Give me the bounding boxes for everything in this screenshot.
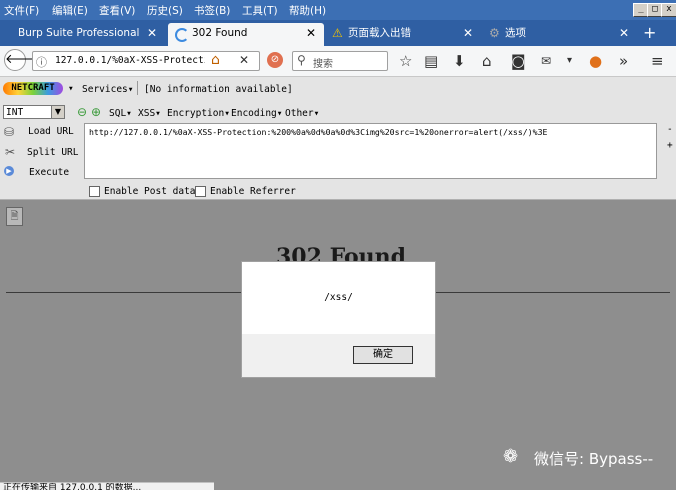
tab-title: 页面载入出错 — [348, 27, 411, 39]
menu-view[interactable]: 查看(V) — [99, 3, 135, 18]
warning-icon: ⚠ — [332, 26, 343, 40]
menu-history[interactable]: 历史(S) — [147, 3, 183, 18]
enable-referrer-label: Enable Referrer — [210, 186, 296, 197]
hackbar-panel: NETCRAFT ▾ Services▾ [No information ava… — [0, 77, 676, 200]
tab-page-error[interactable]: ⚠ 页面载入出错 ✕ — [326, 23, 481, 46]
encryption-menu[interactable]: Encryption▾ — [167, 108, 230, 119]
url-textarea-text[interactable]: http://127.0.0.1/%0aX-XSS-Protection:%20… — [89, 127, 547, 137]
bookmark-star-icon[interactable]: ☆ — [399, 51, 412, 71]
watermark-text: 微信号: Bypass-- — [534, 450, 654, 468]
split-url-button[interactable]: Split URL — [27, 147, 78, 158]
loading-icon — [175, 28, 189, 42]
extension-dropdown-icon[interactable]: ▾ — [567, 51, 572, 71]
site-info: [No information available] — [144, 84, 293, 95]
search-placeholder: 搜索 — [313, 59, 333, 70]
ok-button[interactable]: 确定 — [353, 346, 413, 364]
split-url-icon: ✂ — [5, 145, 16, 159]
back-button[interactable]: 🡐 — [4, 49, 40, 71]
tab-302-found[interactable]: 302 Found ✕ — [168, 23, 324, 46]
type-select-value: INT — [6, 107, 24, 118]
extension-icon[interactable]: ✉ — [541, 51, 551, 71]
enable-post-checkbox[interactable] — [89, 186, 100, 197]
pocket-icon[interactable]: ◙ — [511, 51, 526, 71]
tab-title: 302 Found — [192, 27, 248, 39]
tab-title: Burp Suite Professional — [18, 27, 140, 39]
load-url-icon: ⛁ — [4, 125, 15, 139]
type-select[interactable]: INT ▼ — [3, 105, 65, 119]
stop-icon[interactable]: ✕ — [239, 53, 249, 67]
encoding-menu[interactable]: Encoding▾ — [231, 108, 282, 119]
tab-title: 选项 — [505, 27, 526, 39]
search-icon: ⚲ — [297, 53, 306, 67]
addon-icon[interactable]: ● — [589, 51, 602, 71]
menu-icon[interactable]: ≡ — [651, 51, 664, 71]
gear-icon: ⚙ — [489, 26, 500, 40]
tab-burp[interactable]: Burp Suite Professional ✕ — [10, 23, 165, 46]
menu-edit[interactable]: 编辑(E) — [52, 3, 88, 18]
close-tab-icon[interactable]: ✕ — [306, 23, 316, 44]
wechat-icon: ❁ — [503, 446, 519, 467]
expand-textarea-icon[interactable]: + — [667, 140, 673, 151]
download-icon[interactable]: ⬇ — [453, 51, 466, 71]
netcraft-logo[interactable]: NETCRAFT — [3, 82, 63, 95]
load-url-button[interactable]: Load URL — [28, 126, 74, 137]
other-menu[interactable]: Other▾ — [285, 108, 319, 119]
menu-bar: 文件(F) 编辑(E) 查看(V) 历史(S) 书签(B) 工具(T) 帮助(H… — [0, 0, 676, 20]
close-tab-icon[interactable]: ✕ — [147, 23, 157, 44]
new-tab-button[interactable]: + — [643, 23, 656, 42]
alert-message: /xss/ — [324, 292, 353, 303]
close-tab-icon[interactable]: ✕ — [619, 23, 629, 44]
shrink-textarea-icon[interactable]: - — [667, 124, 673, 135]
reading-list-icon[interactable]: ▤ — [424, 51, 438, 71]
home-icon[interactable]: ⌂ — [482, 51, 492, 71]
search-field[interactable]: ⚲ 搜索 — [292, 51, 388, 71]
home-page-icon[interactable]: ⌂ — [211, 52, 220, 68]
increase-icon[interactable]: ⊕ — [91, 105, 101, 119]
enable-referrer-checkbox[interactable] — [195, 186, 206, 197]
noscript-icon[interactable]: ⊘ — [267, 52, 283, 68]
page-icon[interactable]: 🗎 — [6, 207, 23, 226]
sql-menu[interactable]: SQL▾ — [109, 108, 132, 119]
chevron-down-icon[interactable]: ▼ — [51, 106, 64, 118]
url-text[interactable]: 127.0.0.1/%0aX-XSS-Protectic — [55, 55, 205, 66]
tab-bar: Burp Suite Professional ✕ 302 Found ✕ ⚠ … — [0, 20, 676, 46]
execute-button[interactable]: Execute — [29, 167, 69, 178]
execute-icon: ▶ — [4, 166, 14, 176]
overflow-icon[interactable]: » — [619, 51, 628, 71]
tab-options[interactable]: ⚙ 选项 ✕ — [483, 23, 637, 46]
menu-bookmarks[interactable]: 书签(B) — [194, 3, 230, 18]
services-menu[interactable]: Services▾ — [82, 84, 133, 95]
url-textarea[interactable]: http://127.0.0.1/%0aX-XSS-Protection:%20… — [84, 123, 657, 179]
decrease-icon[interactable]: ⊖ — [77, 105, 87, 119]
menu-tools[interactable]: 工具(T) — [242, 3, 278, 18]
close-tab-icon[interactable]: ✕ — [463, 23, 473, 44]
alert-dialog: /xss/ 确定 — [241, 261, 436, 378]
url-bar[interactable]: ⓘ 127.0.0.1/%0aX-XSS-Protectic ⌂ ✕ — [32, 51, 260, 71]
netcraft-dropdown-icon[interactable]: ▾ — [68, 83, 74, 94]
enable-post-label: Enable Post data — [104, 186, 196, 197]
xss-menu[interactable]: XSS▾ — [138, 108, 161, 119]
dialog-footer: 确定 — [242, 334, 435, 377]
divider — [137, 81, 138, 95]
menu-help[interactable]: 帮助(H) — [289, 3, 326, 18]
menu-file[interactable]: 文件(F) — [4, 3, 39, 18]
info-icon[interactable]: ⓘ — [36, 54, 47, 70]
close-window-button[interactable]: x — [661, 3, 676, 17]
